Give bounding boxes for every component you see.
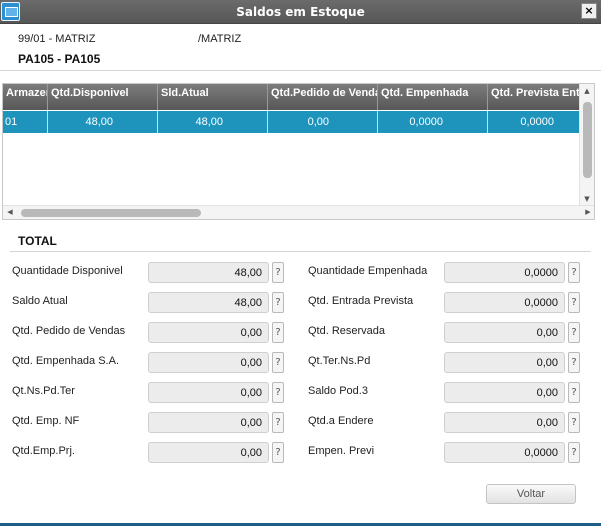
- back-button[interactable]: Voltar: [486, 484, 576, 504]
- cell-qtd-prevista-entrada: 0,0000: [520, 116, 554, 128]
- field-label-empen-previ: Empen. Previ: [308, 445, 375, 457]
- window-title: Saldos em Estoque: [236, 5, 365, 19]
- grid-header-row: Armazem Qtd.Disponivel Sld.Atual Qtd.Ped…: [3, 84, 580, 110]
- stock-grid[interactable]: Armazem Qtd.Disponivel Sld.Atual Qtd.Ped…: [2, 83, 595, 220]
- field-label-qt-ter-ns-pd: Qt.Ter.Ns.Pd: [308, 355, 371, 367]
- vertical-scrollbar[interactable]: ▲ ▼: [579, 84, 594, 206]
- column-header-qtd-empenhada[interactable]: Qtd. Empenhada: [378, 84, 488, 110]
- field-label-qtd-empenhada-sa: Qtd. Empenhada S.A.: [12, 355, 120, 367]
- app-window-icon: [1, 2, 20, 21]
- help-button-qtd-emp-prj[interactable]: ?: [272, 442, 284, 463]
- vertical-scroll-thumb[interactable]: [583, 102, 592, 178]
- field-label-qtd-entrada-prevista: Qtd. Entrada Prevista: [308, 295, 414, 307]
- field-qtd-empenhada-sa[interactable]: 0,00: [148, 352, 269, 373]
- field-qtd-reservada[interactable]: 0,00: [444, 322, 565, 343]
- cell-qtd-empenhada: 0,0000: [378, 111, 488, 133]
- field-qt-ter-ns-pd[interactable]: 0,00: [444, 352, 565, 373]
- scroll-down-icon[interactable]: ▼: [580, 192, 594, 206]
- scroll-right-icon[interactable]: ▶: [581, 206, 594, 219]
- help-button-qt-ter-ns-pd[interactable]: ?: [568, 352, 580, 373]
- column-header-qtd-pedido-vendas[interactable]: Qtd.Pedido de Vendas: [268, 84, 378, 110]
- help-button-quantidade-disponivel[interactable]: ?: [272, 262, 284, 283]
- help-button-qtd-a-endere[interactable]: ?: [568, 412, 580, 433]
- field-label-qtd-pedido-vendas: Qtd. Pedido de Vendas: [12, 325, 126, 337]
- field-empen-previ[interactable]: 0,0000: [444, 442, 565, 463]
- table-row[interactable]: 01 48,00 48,00 0,00 0,0000 0,0000: [3, 111, 580, 133]
- cell-armazem: 01: [3, 111, 48, 133]
- field-label-qtd-reservada: Qtd. Reservada: [308, 325, 386, 337]
- help-button-saldo-pod-3[interactable]: ?: [568, 382, 580, 403]
- column-header-qtd-disponivel[interactable]: Qtd.Disponivel: [48, 84, 158, 110]
- field-qtd-a-endere[interactable]: 0,00: [444, 412, 565, 433]
- field-label-quantidade-disponivel: Quantidade Disponivel: [12, 265, 123, 277]
- help-button-qtd-reservada[interactable]: ?: [568, 322, 580, 343]
- scroll-left-icon[interactable]: ◀: [3, 206, 17, 219]
- column-header-armazem[interactable]: Armazem: [3, 84, 48, 110]
- horizontal-scrollbar[interactable]: ◀ ▶: [3, 205, 594, 219]
- cell-qtd-pedido-vendas: 0,00: [268, 111, 378, 133]
- scroll-up-icon[interactable]: ▲: [580, 84, 594, 98]
- total-section-title: TOTAL: [18, 234, 57, 248]
- help-button-qtd-entrada-prevista[interactable]: ?: [568, 292, 580, 313]
- column-header-sld-atual[interactable]: Sld.Atual: [158, 84, 268, 110]
- field-label-qtd-emp-nf: Qtd. Emp. NF: [12, 415, 80, 427]
- field-label-qtd-emp-prj: Qtd.Emp.Prj.: [12, 445, 75, 457]
- horizontal-scroll-thumb[interactable]: [21, 209, 201, 217]
- field-saldo-atual[interactable]: 48,00: [148, 292, 269, 313]
- field-label-quantidade-empenhada: Quantidade Empenhada: [308, 265, 428, 277]
- field-qtd-entrada-prevista[interactable]: 0,0000: [444, 292, 565, 313]
- close-button[interactable]: ×: [581, 3, 597, 19]
- window-titlebar: Saldos em Estoque ×: [0, 0, 601, 24]
- field-qt-ns-pd-ter[interactable]: 0,00: [148, 382, 269, 403]
- product-title: PA105 - PA105: [18, 52, 101, 66]
- cell-sld-atual: 48,00: [158, 111, 268, 133]
- help-button-empen-previ[interactable]: ?: [568, 442, 580, 463]
- field-quantidade-empenhada[interactable]: 0,0000: [444, 262, 565, 283]
- branch-name-label: /MATRIZ: [198, 33, 242, 45]
- header-divider: [0, 70, 601, 71]
- column-header-qtd-prevista-entrada[interactable]: Qtd. Prevista Entrada: [488, 84, 580, 110]
- total-divider: [10, 251, 591, 252]
- field-qtd-emp-nf[interactable]: 0,00: [148, 412, 269, 433]
- field-qtd-pedido-vendas[interactable]: 0,00: [148, 322, 269, 343]
- cell-qtd-disponivel: 48,00: [48, 111, 158, 133]
- help-button-qtd-empenhada-sa[interactable]: ?: [272, 352, 284, 373]
- help-button-qtd-pedido-vendas[interactable]: ?: [272, 322, 284, 343]
- field-label-saldo-pod-3: Saldo Pod.3: [308, 385, 368, 397]
- field-saldo-pod-3[interactable]: 0,00: [444, 382, 565, 403]
- field-quantidade-disponivel[interactable]: 48,00: [148, 262, 269, 283]
- field-label-qt-ns-pd-ter: Qt.Ns.Pd.Ter: [12, 385, 75, 397]
- field-label-saldo-atual: Saldo Atual: [12, 295, 68, 307]
- help-button-quantidade-empenhada[interactable]: ?: [568, 262, 580, 283]
- help-button-qt-ns-pd-ter[interactable]: ?: [272, 382, 284, 403]
- help-button-qtd-emp-nf[interactable]: ?: [272, 412, 284, 433]
- field-qtd-emp-prj[interactable]: 0,00: [148, 442, 269, 463]
- branch-label: 99/01 - MATRIZ: [18, 33, 96, 45]
- help-button-saldo-atual[interactable]: ?: [272, 292, 284, 313]
- field-label-qtd-a-endere: Qtd.a Endere: [308, 415, 374, 427]
